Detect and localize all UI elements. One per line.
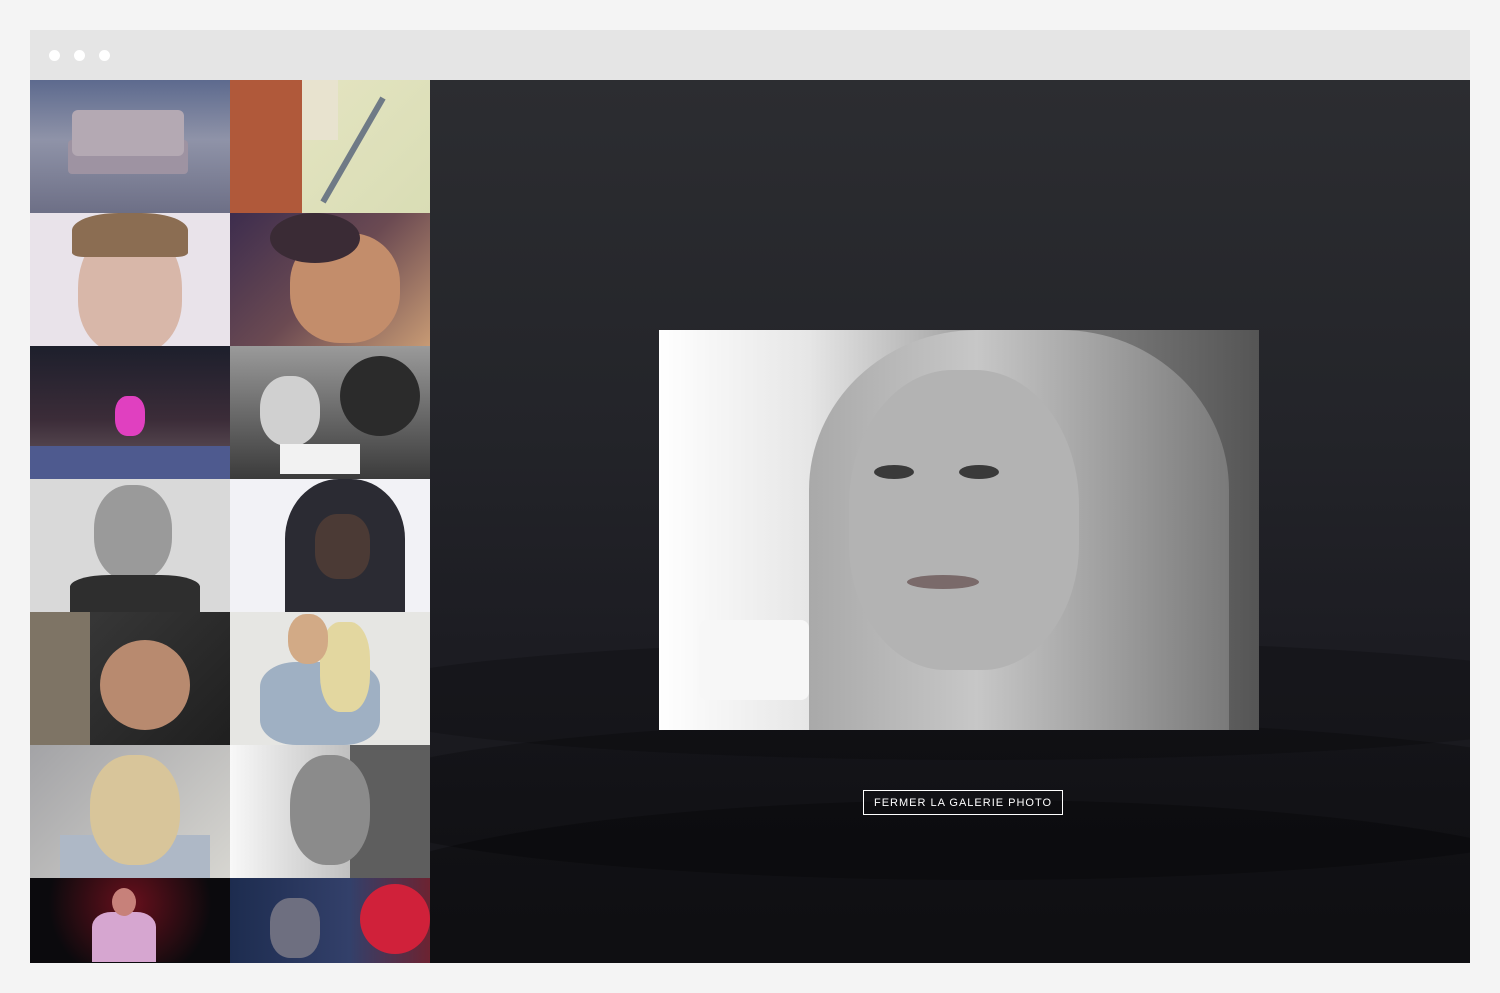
thumbnail-woman-looking-down[interactable]	[30, 745, 230, 878]
thumbnail-image	[92, 912, 156, 962]
background-wave	[430, 800, 1470, 963]
window-control-dot[interactable]	[74, 50, 85, 61]
thumbnail-image	[302, 80, 338, 140]
thumbnail-image	[315, 514, 370, 579]
thumbnail-image	[340, 356, 420, 436]
thumbnail-winner-sign[interactable]	[230, 346, 430, 479]
browser-window: FERMER LA GALERIE PHOTO	[30, 30, 1470, 963]
window-titlebar	[30, 30, 1470, 80]
thumbnail-woman-seated[interactable]	[230, 612, 430, 745]
close-gallery-button[interactable]: FERMER LA GALERIE PHOTO	[863, 790, 1064, 815]
thumbnail-image	[30, 612, 90, 745]
thumbnail-baby[interactable]	[30, 612, 230, 745]
thumbnail-portrait-hoodie[interactable]	[230, 479, 430, 612]
thumbnail-sofa-beach[interactable]	[30, 80, 230, 213]
thumbnail-image	[112, 888, 136, 916]
thumbnail-image	[72, 110, 184, 156]
thumbnail-image	[70, 575, 200, 612]
main-photo[interactable]	[659, 330, 1259, 730]
photo-detail	[907, 575, 979, 589]
photo-detail	[849, 370, 1079, 670]
thumbnail-image	[72, 213, 188, 257]
thumbnail-image	[230, 80, 302, 213]
thumbnail-image	[270, 898, 320, 958]
thumbnail-dj-stage[interactable]	[230, 878, 430, 963]
thumbnail-image	[360, 884, 430, 954]
thumbnail-singer-stage[interactable]	[30, 878, 230, 963]
photo-viewer: FERMER LA GALERIE PHOTO	[430, 80, 1470, 963]
thumbnail-portrait-close-up[interactable]	[30, 213, 230, 346]
thumbnail-building-facade[interactable]	[230, 80, 430, 213]
window-control-dot[interactable]	[49, 50, 60, 61]
thumbnail-woman-bw[interactable]	[230, 745, 430, 878]
thumbnail-image	[288, 614, 328, 664]
thumbnail-image	[90, 755, 180, 865]
thumbnail-image	[30, 446, 230, 479]
thumbnail-image	[260, 376, 320, 446]
thumbnail-image	[115, 396, 145, 436]
photo-detail	[959, 465, 999, 479]
thumbnail-image	[280, 444, 360, 474]
photo-detail	[699, 620, 809, 700]
thumbnail-image	[270, 213, 360, 263]
thumbnail-portrait-man-bw[interactable]	[30, 479, 230, 612]
photo-detail	[874, 465, 914, 479]
thumbnail-image	[94, 485, 172, 581]
thumbnail-portrait-resting[interactable]	[230, 213, 430, 346]
thumbnail-grid	[30, 80, 430, 963]
thumbnail-image	[100, 640, 190, 730]
window-control-dot[interactable]	[99, 50, 110, 61]
thumbnail-breakdance-battle[interactable]	[30, 346, 230, 479]
thumbnail-image	[290, 755, 370, 865]
